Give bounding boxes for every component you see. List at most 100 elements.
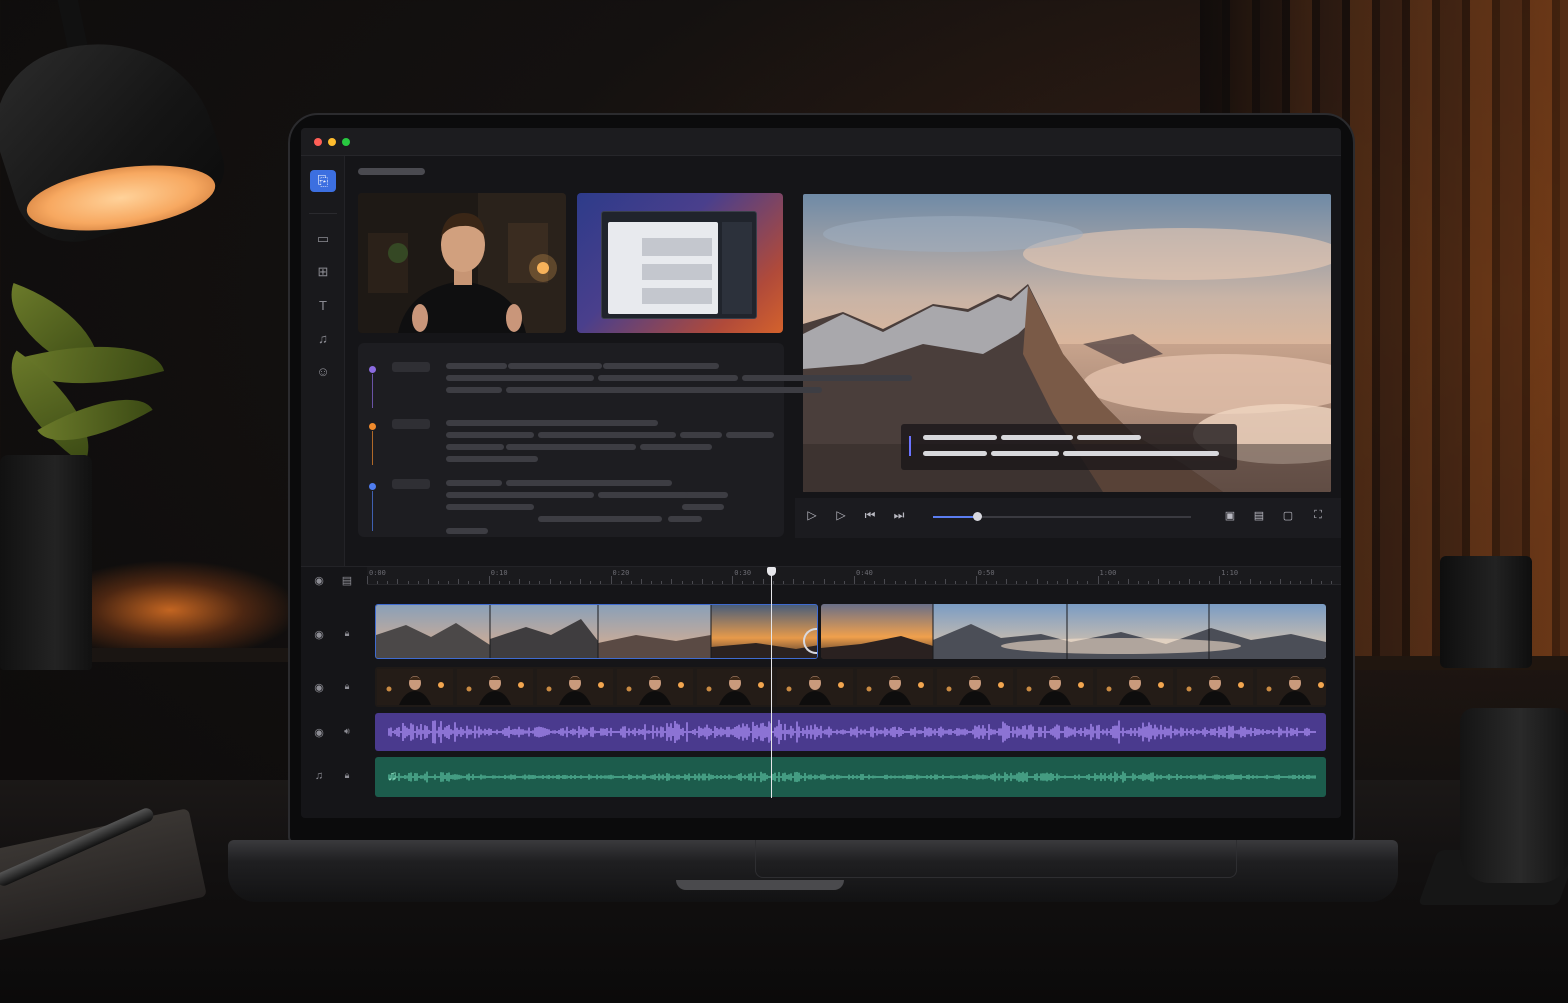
sidebar-stickers-button[interactable]: ☺ <box>310 360 336 382</box>
ruler-tick <box>996 581 998 584</box>
music-note-icon[interactable]: ♫ <box>311 770 327 782</box>
caption-line <box>923 451 987 456</box>
landscape-clip-2[interactable] <box>821 604 1326 659</box>
ruler-tick <box>580 579 582 584</box>
transcript-text-line <box>446 444 504 450</box>
transcript-text-line <box>668 516 702 522</box>
ruler-tick <box>640 579 642 584</box>
sidebar-divider <box>309 213 337 214</box>
ruler-tick <box>1290 581 1292 584</box>
ruler-tick <box>691 581 693 584</box>
ruler-tick <box>752 581 754 584</box>
rewind-button[interactable]: ⏮ <box>861 506 879 524</box>
transcript-text-line <box>680 432 722 438</box>
ruler-tick <box>1127 579 1129 584</box>
ruler-tick <box>590 581 592 584</box>
maximize-window-button[interactable] <box>342 138 350 146</box>
forward-button[interactable]: ⏭ <box>890 506 908 524</box>
aspect-icon: ▣ <box>1224 509 1236 522</box>
ruler-tick <box>427 579 429 584</box>
sidebar-text-button[interactable]: T <box>310 294 336 316</box>
import-icon: ⎘ <box>317 173 329 188</box>
sidebar-audio-button[interactable]: ♫ <box>310 327 336 349</box>
transcript-segment-line <box>372 491 373 531</box>
playhead-handle[interactable] <box>767 567 777 576</box>
transcript-text-line <box>446 456 538 462</box>
transcript-text-line <box>726 432 774 438</box>
fullscreen-button[interactable]: ⛶ <box>1309 506 1327 524</box>
skip-back-icon: ⏮ <box>864 507 876 522</box>
play-button[interactable]: ▷ <box>803 506 821 524</box>
close-window-button[interactable] <box>314 138 322 146</box>
eye-icon[interactable]: ◉ <box>311 726 327 739</box>
laptop-base <box>228 840 1398 902</box>
folder-icon: ▭ <box>316 231 330 246</box>
safe-area-button[interactable]: ▤ <box>1250 506 1268 524</box>
ruler-time-label: 0:50 <box>977 569 995 577</box>
music-audio-clip[interactable]: ♫ <box>375 757 1326 797</box>
music-note-icon: ♫ <box>318 330 328 346</box>
eye-icon[interactable]: ◉ <box>311 681 327 694</box>
ruler-tick <box>874 581 876 584</box>
ruler-tick <box>914 579 916 584</box>
ruler-tick <box>854 576 855 584</box>
presenter-frame <box>537 669 613 705</box>
ruler-time-label: 0:00 <box>369 569 386 577</box>
quality-button[interactable]: ▢ <box>1279 506 1297 524</box>
ruler-tick <box>1330 581 1332 584</box>
ruler-tick <box>1280 579 1282 584</box>
ruler-tick <box>600 581 602 584</box>
voice-audio-clip[interactable] <box>375 713 1326 751</box>
lock-icon[interactable]: 🔒︎ <box>339 681 355 692</box>
transcript-text-line <box>446 387 502 393</box>
scrubber-handle[interactable] <box>972 512 982 521</box>
ruler-tick <box>1158 579 1160 584</box>
ruler-tick <box>458 579 460 584</box>
transcript-segment-line <box>372 374 373 408</box>
caption-line <box>1077 435 1141 440</box>
timeline-playhead[interactable] <box>767 567 777 798</box>
ruler-tick <box>782 581 784 584</box>
ruler-tick <box>407 581 409 584</box>
aspect-ratio-button[interactable]: ▣ <box>1221 506 1239 524</box>
eye-icon[interactable]: ◉ <box>311 574 327 587</box>
video-preview[interactable] <box>803 194 1331 492</box>
list-icon[interactable]: ▤ <box>339 574 355 587</box>
presenter-frame <box>617 669 693 705</box>
audio-track-music-controls: ♫ 🔒︎ <box>311 770 361 786</box>
landscape-clip-1[interactable] <box>375 604 818 659</box>
presenter-frame <box>697 669 773 705</box>
ruler-tick <box>1006 579 1008 584</box>
effects-icon: ⊞ <box>317 264 329 279</box>
ruler-tick <box>1209 581 1211 584</box>
ruler-tick <box>1036 579 1038 584</box>
screen-recording-thumbnail[interactable] <box>577 193 783 333</box>
speaker-icon[interactable]: 🔊︎ <box>339 726 355 737</box>
lock-icon[interactable]: 🔒︎ <box>339 770 355 781</box>
sidebar-effects-button[interactable]: ⊞ <box>310 261 336 283</box>
presenter-clip-thumbnail[interactable] <box>358 193 566 333</box>
screen-recording-panel <box>722 222 752 314</box>
sidebar-import-media-button[interactable]: ⎘ <box>310 170 336 192</box>
presenter-clip-track[interactable] <box>375 667 1326 707</box>
ruler-tick <box>1148 581 1150 584</box>
ruler-tick <box>803 581 805 584</box>
transcript-text-line <box>506 480 672 486</box>
minimize-window-button[interactable] <box>328 138 336 146</box>
sidebar-media-library-button[interactable]: ▭ <box>310 228 336 250</box>
playback-scrubber[interactable] <box>933 512 1191 521</box>
window-titlebar <box>301 128 1341 156</box>
ruler-tick <box>884 579 886 584</box>
step-play-button[interactable]: ▷ <box>832 506 850 524</box>
ruler-tick <box>377 581 379 584</box>
transcript-speaker-label <box>392 479 430 489</box>
ruler-tick <box>1067 579 1069 584</box>
eye-icon[interactable]: ◉ <box>311 628 327 641</box>
shelf-mug <box>1440 556 1532 668</box>
presenter-frame <box>857 669 933 705</box>
transcript-text-line <box>446 528 488 534</box>
transcript-segment-marker <box>369 366 376 373</box>
ruler-tick <box>539 581 541 584</box>
lock-icon[interactable]: 🔒︎ <box>339 628 355 639</box>
caption-overlay <box>901 424 1237 470</box>
